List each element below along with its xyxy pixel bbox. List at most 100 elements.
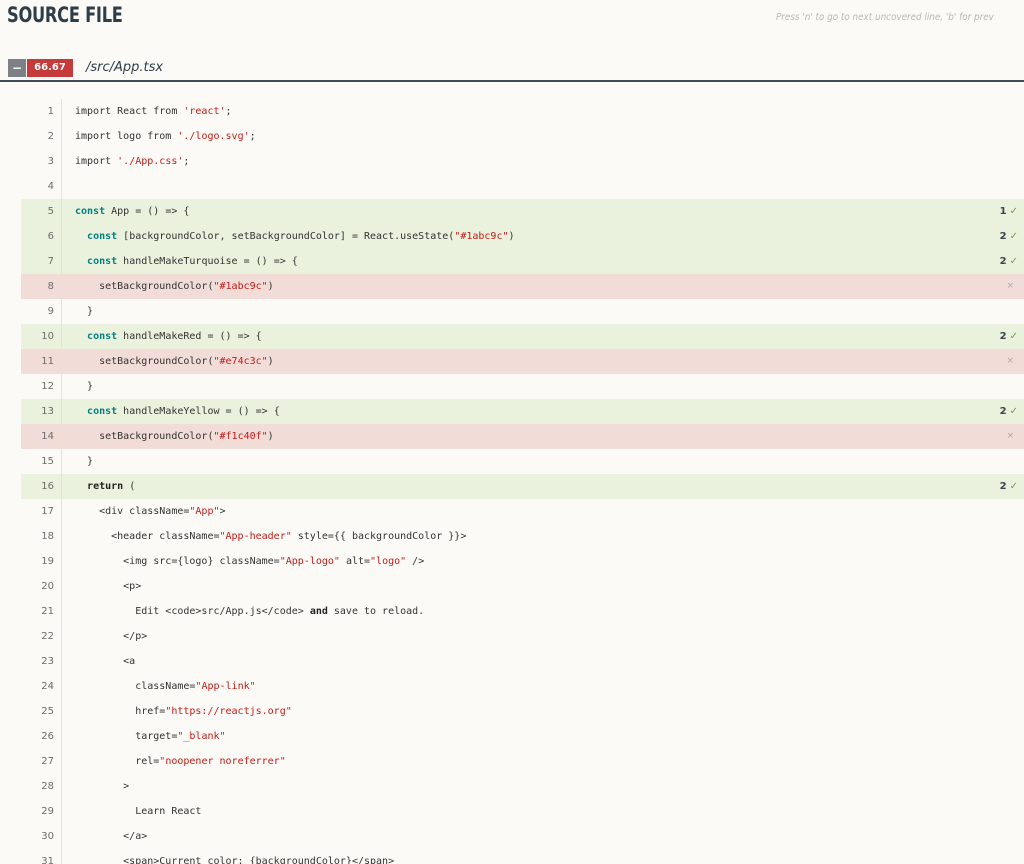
line-number[interactable]: 15 bbox=[21, 449, 54, 474]
line-number[interactable]: 28 bbox=[21, 774, 54, 799]
code-line: 31 <span>Current color: {backgroundColor… bbox=[21, 849, 1024, 864]
line-number[interactable]: 19 bbox=[21, 549, 54, 574]
code-line: 23 <a bbox=[21, 649, 1024, 674]
line-number[interactable]: 1 bbox=[21, 99, 54, 124]
check-icon: ✓ bbox=[1009, 256, 1018, 267]
line-number[interactable]: 21 bbox=[21, 599, 54, 624]
code-line: 28 > bbox=[21, 774, 1024, 799]
code-line: 16 return (2 ✓ bbox=[21, 474, 1024, 499]
line-number[interactable]: 2 bbox=[21, 124, 54, 149]
hit-count: 2 ✓ bbox=[999, 231, 1018, 242]
code-text: <img src={logo} className="App-logo" alt… bbox=[75, 556, 425, 567]
line-number[interactable]: 7 bbox=[21, 249, 54, 274]
gutter-divider bbox=[61, 524, 62, 549]
code-text: const handleMakeYellow = () => { bbox=[87, 406, 280, 417]
gutter-divider bbox=[61, 849, 62, 864]
gutter-divider bbox=[61, 649, 62, 674]
gutter-divider bbox=[61, 424, 62, 449]
gutter-divider bbox=[61, 799, 62, 824]
code-text: <header className="App-header" style={{ … bbox=[75, 531, 467, 542]
line-number[interactable]: 18 bbox=[21, 524, 54, 549]
line-number[interactable]: 26 bbox=[21, 724, 54, 749]
gutter-divider bbox=[61, 199, 62, 224]
line-number[interactable]: 22 bbox=[21, 624, 54, 649]
line-number[interactable]: 25 bbox=[21, 699, 54, 724]
line-number[interactable]: 23 bbox=[21, 649, 54, 674]
line-number[interactable]: 12 bbox=[21, 374, 54, 399]
hit-count: 2 ✓ bbox=[999, 331, 1018, 342]
code-line: 22 </p> bbox=[21, 624, 1024, 649]
line-number[interactable]: 16 bbox=[21, 474, 54, 499]
line-number[interactable]: 9 bbox=[21, 299, 54, 324]
code-line: 29 Learn React bbox=[21, 799, 1024, 824]
line-number[interactable]: 11 bbox=[21, 349, 54, 374]
gutter-divider bbox=[61, 274, 62, 299]
line-number[interactable]: 14 bbox=[21, 424, 54, 449]
gutter-divider bbox=[61, 124, 62, 149]
uncovered-x-icon: × bbox=[1006, 431, 1014, 441]
coverage-percent-badge: 66.67 bbox=[27, 59, 73, 77]
line-number[interactable]: 4 bbox=[21, 174, 54, 199]
gutter-divider bbox=[61, 574, 62, 599]
code-text: } bbox=[75, 381, 94, 392]
line-number[interactable]: 13 bbox=[21, 399, 54, 424]
collapse-toggle-button[interactable]: − bbox=[8, 59, 26, 77]
line-number[interactable]: 8 bbox=[21, 274, 54, 299]
gutter-divider bbox=[61, 474, 62, 499]
check-icon: ✓ bbox=[1009, 481, 1018, 492]
line-number[interactable]: 10 bbox=[21, 324, 54, 349]
code-text: const handleMakeRed = () => { bbox=[87, 331, 262, 342]
code-text: href="https://reactjs.org" bbox=[75, 706, 292, 717]
line-number[interactable]: 31 bbox=[21, 849, 54, 864]
code-text: Learn React bbox=[75, 806, 202, 817]
code-text: <span>Current color: {backgroundColor}</… bbox=[75, 856, 395, 864]
gutter-divider bbox=[61, 749, 62, 774]
gutter-divider bbox=[61, 624, 62, 649]
code-line: 1 import React from 'react'; bbox=[21, 99, 1024, 124]
file-path: /src/App.tsx bbox=[86, 60, 164, 75]
code-line: 5 const App = () => {1 ✓ bbox=[21, 199, 1024, 224]
line-number[interactable]: 5 bbox=[21, 199, 54, 224]
gutter-divider bbox=[61, 399, 62, 424]
code-text: const App = () => { bbox=[75, 206, 190, 217]
check-icon: ✓ bbox=[1009, 406, 1018, 417]
code-line: 24 className="App-link" bbox=[21, 674, 1024, 699]
code-line: 15 } bbox=[21, 449, 1024, 474]
gutter-divider bbox=[61, 449, 62, 474]
line-number[interactable]: 30 bbox=[21, 824, 54, 849]
code-text: className="App-link" bbox=[75, 681, 256, 692]
hit-count: 2 ✓ bbox=[999, 256, 1018, 267]
line-number[interactable]: 6 bbox=[21, 224, 54, 249]
code-text: const handleMakeTurquoise = () => { bbox=[87, 256, 298, 267]
hit-count: 2 ✓ bbox=[999, 406, 1018, 417]
line-number[interactable]: 29 bbox=[21, 799, 54, 824]
code-line: 17 <div className="App"> bbox=[21, 499, 1024, 524]
code-text: Edit <code>src/App.js</code> and save to… bbox=[75, 606, 425, 617]
gutter-divider bbox=[61, 599, 62, 624]
code-line: 6 const [backgroundColor, setBackgroundC… bbox=[21, 224, 1024, 249]
line-number[interactable]: 20 bbox=[21, 574, 54, 599]
uncovered-x-icon: × bbox=[1006, 356, 1014, 366]
gutter-divider bbox=[61, 349, 62, 374]
code-text: > bbox=[75, 781, 130, 792]
line-number[interactable]: 17 bbox=[21, 499, 54, 524]
code-line: 26 target="_blank" bbox=[21, 724, 1024, 749]
gutter-divider bbox=[61, 549, 62, 574]
code-text: return ( bbox=[87, 481, 136, 492]
code-line: 13 const handleMakeYellow = () => { 2 ✓ bbox=[21, 399, 1024, 424]
code-text: const [backgroundColor, setBackgroundCol… bbox=[87, 231, 515, 242]
code-line: 27 rel="noopener noreferrer" bbox=[21, 749, 1024, 774]
gutter-divider bbox=[61, 674, 62, 699]
gutter-divider bbox=[61, 249, 62, 274]
line-number[interactable]: 27 bbox=[21, 749, 54, 774]
code-text: <a bbox=[75, 656, 136, 667]
code-text: <div className="App"> bbox=[75, 506, 226, 517]
keyboard-hint: Press 'n' to go to next uncovered line, … bbox=[776, 12, 994, 23]
gutter-divider bbox=[61, 99, 62, 124]
line-number[interactable]: 24 bbox=[21, 674, 54, 699]
code-text: setBackgroundColor("#f1c40f") bbox=[75, 431, 274, 442]
gutter-divider bbox=[61, 774, 62, 799]
code-text: rel="noopener noreferrer" bbox=[75, 756, 286, 767]
line-number[interactable]: 3 bbox=[21, 149, 54, 174]
code-line: 8 setBackgroundColor("#1abc9c") × bbox=[21, 274, 1024, 299]
